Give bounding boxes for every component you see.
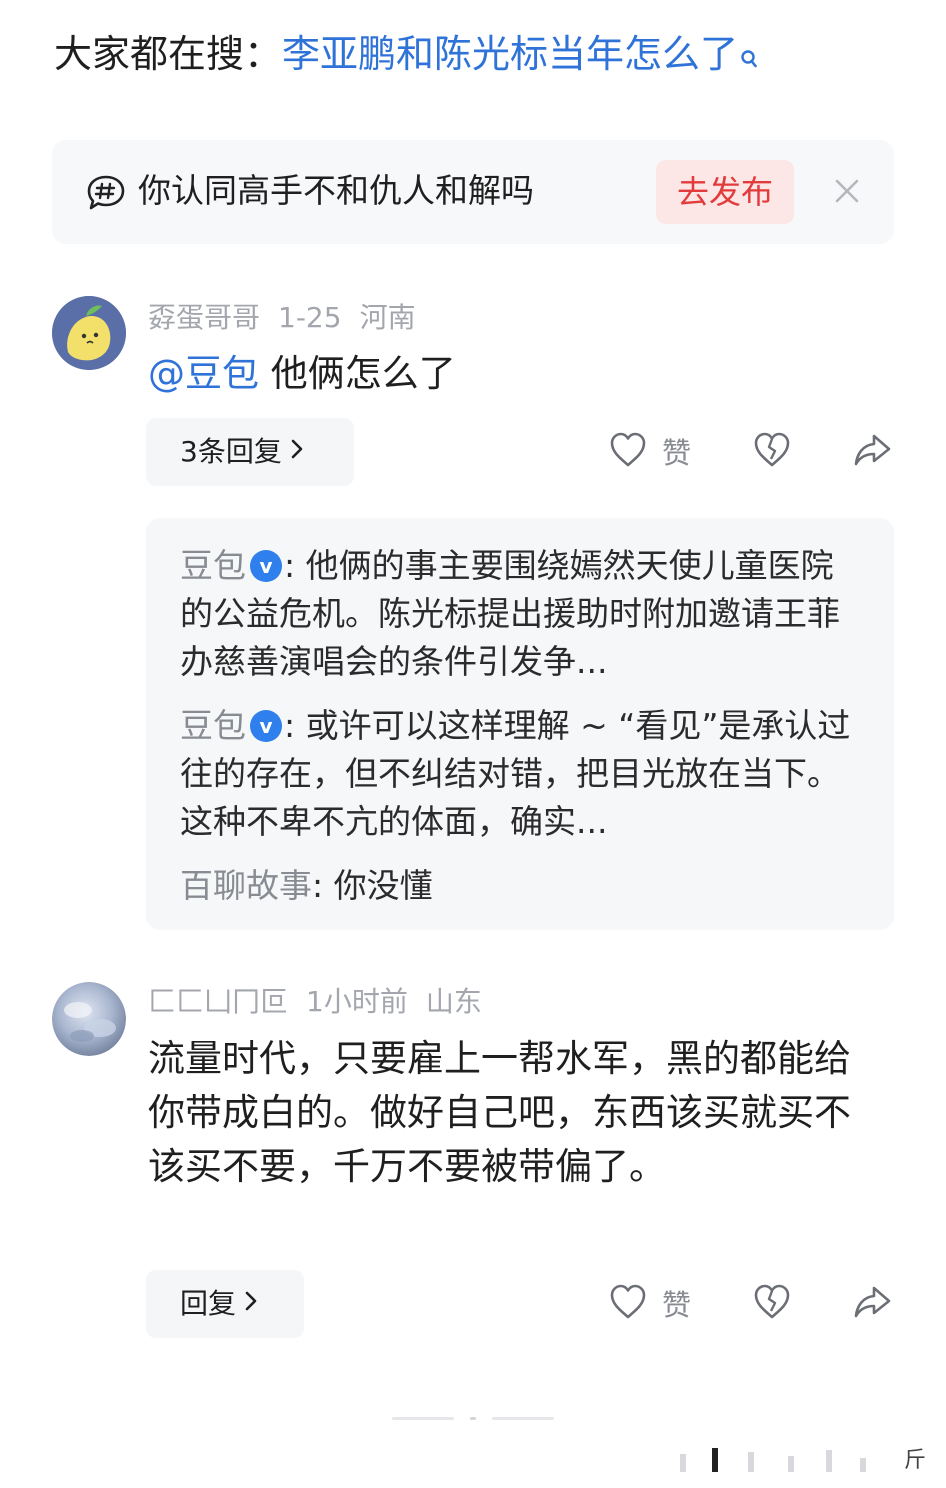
bottom-strip-bar [826,1450,832,1472]
bottom-strip-text: 斤 [903,1448,926,1473]
broken-heart-icon[interactable] [752,430,792,474]
heart-icon[interactable] [608,430,648,474]
avatar[interactable] [52,982,126,1056]
replies-preview[interactable]: 豆包 v: 他俩的事主要围绕嫣然天使儿童医院的公益危机。陈光标提出援助时附加邀请王… [146,518,894,930]
bottom-strip-bar [748,1452,754,1472]
comment-text-body: 他俩怎么了 [259,352,456,395]
avatar[interactable] [52,296,126,370]
bottom-cropped-strip: 斤 [640,1442,940,1473]
comment-location: 河南 [359,301,416,334]
close-icon[interactable] [832,176,862,210]
comment-text: 流量时代，只要雇上一帮水军，黑的都能给你带成白的。做好自己吧，东西该买就买不该买… [148,1037,851,1188]
topic-prompt-card[interactable]: 你认同高手不和仇人和解吗 去发布 [52,140,894,244]
mention-link[interactable]: @豆包 [148,352,259,395]
comment-location: 山东 [425,985,482,1018]
comment-username[interactable]: 匚匚凵冂叵 [148,985,288,1018]
comment-actions: 赞 [0,430,946,480]
search-suggestion[interactable]: 大家都在搜：李亚鹏和陈光标当年怎么了 [54,28,760,86]
comment-date: 1小时前 [306,985,408,1018]
topic-hash-icon [86,174,126,216]
comment-actions: 赞 [0,1282,946,1332]
comment-text: @豆包 他俩怎么了 [148,347,456,401]
publish-button[interactable]: 去发布 [656,160,794,224]
scroll-indicator-dot [470,1417,476,1420]
topic-prompt-text: 你认同高手不和仇人和解吗 [138,171,534,210]
reply-author[interactable]: 百聊故事 [180,866,312,905]
search-suggestion-prefix: 大家都在搜： [54,32,283,76]
heart-icon[interactable] [608,1282,648,1326]
share-icon[interactable] [852,1282,892,1326]
like-label[interactable]: 赞 [662,1284,691,1326]
verified-badge-icon: v [250,549,282,582]
search-icon[interactable] [740,34,760,86]
share-icon[interactable] [852,430,892,474]
reply-author[interactable]: 豆包 [180,546,246,585]
reply-item[interactable]: 豆包 v: 或许可以这样理解 ~ “看见”是承认过往的存在，但不纠结对错，把目光放… [180,702,860,846]
reply-item[interactable]: 百聊故事: 你没懂 [180,862,860,910]
like-label[interactable]: 赞 [662,432,691,474]
bottom-strip-bar [712,1448,718,1472]
comment-username[interactable]: 孬蛋哥哥 [148,301,260,334]
reply-text: : 你没懂 [312,866,433,905]
scroll-indicator-segment [392,1417,454,1420]
reply-item[interactable]: 豆包 v: 他俩的事主要围绕嫣然天使儿童医院的公益危机。陈光标提出援助时附加邀请王… [180,542,860,686]
comment-meta: 匚匚凵冂叵 1小时前 山东 [148,983,500,1021]
comment-meta: 孬蛋哥哥 1-25 河南 [148,299,434,337]
broken-heart-icon[interactable] [752,1282,792,1326]
comment-date: 1-25 [278,301,342,334]
bottom-strip-bar [860,1458,866,1472]
reply-author[interactable]: 豆包 [180,706,246,745]
scroll-indicator-segment [492,1417,554,1420]
verified-badge-icon: v [250,709,282,742]
bottom-strip-bar [788,1456,794,1472]
bottom-strip-bar [680,1454,686,1472]
search-suggestion-query[interactable]: 李亚鹏和陈光标当年怎么了 [282,32,738,76]
